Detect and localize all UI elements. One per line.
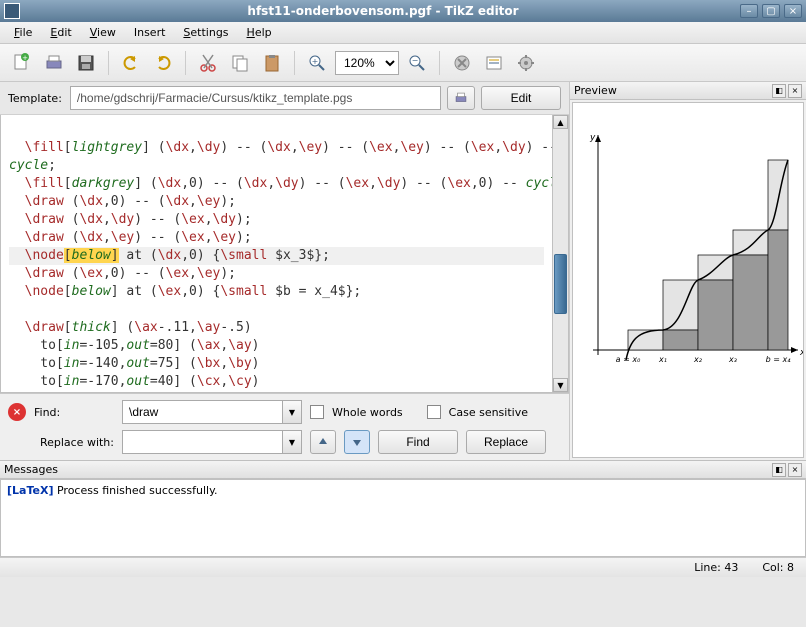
- stop-button[interactable]: [448, 49, 476, 77]
- menu-view[interactable]: View: [82, 24, 124, 41]
- messages-close-button[interactable]: ×: [788, 463, 802, 477]
- menu-file[interactable]: File: [6, 24, 40, 41]
- undo-button[interactable]: [117, 49, 145, 77]
- case-sensitive-label: Case sensitive: [449, 406, 528, 419]
- svg-text:−: −: [412, 56, 419, 65]
- zoom-in-button[interactable]: +: [303, 49, 331, 77]
- svg-text:b = x₄: b = x₄: [766, 355, 792, 364]
- close-button[interactable]: ×: [784, 4, 802, 18]
- redo-button[interactable]: [149, 49, 177, 77]
- settings-button[interactable]: [512, 49, 540, 77]
- code-editor[interactable]: \fill[lightgrey] (\dx,\dy) -- (\dx,\ey) …: [0, 115, 569, 393]
- messages-panel: Messages ◧ × [LaTeX] Process finished su…: [0, 460, 806, 557]
- messages-title: Messages: [4, 463, 770, 476]
- find-bar: × Find: ▼ Whole words Case sensitive Rep…: [0, 393, 569, 460]
- zoom-select[interactable]: 120%: [335, 51, 399, 75]
- editor-scrollbar[interactable]: ▲ ▼: [552, 115, 568, 392]
- menu-insert[interactable]: Insert: [126, 24, 174, 41]
- preview-close-button[interactable]: ×: [788, 84, 802, 98]
- svg-text:+: +: [22, 54, 28, 62]
- find-dropdown[interactable]: ▼: [282, 400, 302, 424]
- whole-words-label: Whole words: [332, 406, 403, 419]
- toolbar: + + 120% −: [0, 44, 806, 82]
- paste-button[interactable]: [258, 49, 286, 77]
- svg-text:x₃: x₃: [728, 355, 737, 364]
- scroll-down-arrow[interactable]: ▼: [553, 378, 568, 392]
- find-input[interactable]: [122, 400, 282, 424]
- whole-words-checkbox[interactable]: [310, 405, 324, 419]
- replace-label: Replace with:: [34, 436, 114, 449]
- template-open-button[interactable]: [447, 86, 475, 110]
- svg-text:+: +: [312, 57, 319, 66]
- copy-button[interactable]: [226, 49, 254, 77]
- menu-help[interactable]: Help: [239, 24, 280, 41]
- status-line: Line: 43: [694, 561, 738, 574]
- find-button[interactable]: Find: [378, 430, 458, 454]
- window-title: hfst11-onderbovensom.pgf - TikZ editor: [26, 4, 740, 18]
- maximize-button[interactable]: ▢: [762, 4, 780, 18]
- template-edit-button[interactable]: Edit: [481, 86, 561, 110]
- find-prev-button[interactable]: [310, 430, 336, 454]
- template-row: Template: Edit: [0, 82, 569, 115]
- preview-header: Preview ◧ ×: [570, 82, 806, 100]
- minimize-button[interactable]: –: [740, 4, 758, 18]
- svg-text:a = x₀: a = x₀: [616, 355, 641, 364]
- menubar: File Edit View Insert Settings Help: [0, 22, 806, 44]
- app-icon: [4, 3, 20, 19]
- message-text: Process finished successfully.: [53, 484, 217, 497]
- save-button[interactable]: [72, 49, 100, 77]
- svg-text:y: y: [589, 133, 596, 143]
- scroll-thumb[interactable]: [554, 254, 567, 314]
- replace-input[interactable]: [122, 430, 282, 454]
- replace-dropdown[interactable]: ▼: [282, 430, 302, 454]
- svg-text:x: x: [799, 348, 803, 358]
- cut-button[interactable]: [194, 49, 222, 77]
- case-sensitive-checkbox[interactable]: [427, 405, 441, 419]
- view-log-button[interactable]: [480, 49, 508, 77]
- find-label: Find:: [34, 406, 74, 419]
- find-next-button[interactable]: [344, 430, 370, 454]
- replace-button[interactable]: Replace: [466, 430, 546, 454]
- template-label: Template:: [8, 92, 64, 105]
- find-close-button[interactable]: ×: [8, 403, 26, 421]
- messages-header: Messages ◧ ×: [0, 461, 806, 479]
- messages-body: [LaTeX] Process finished successfully.: [0, 479, 806, 557]
- new-button[interactable]: +: [8, 49, 36, 77]
- menu-edit[interactable]: Edit: [42, 24, 79, 41]
- preview-detach-button[interactable]: ◧: [772, 84, 786, 98]
- statusbar: Line: 43 Col: 8: [0, 557, 806, 577]
- preview-title: Preview: [574, 84, 770, 97]
- titlebar: hfst11-onderbovensom.pgf - TikZ editor –…: [0, 0, 806, 22]
- zoom-out-button[interactable]: −: [403, 49, 431, 77]
- template-path-input[interactable]: [70, 86, 441, 110]
- status-col: Col: 8: [762, 561, 794, 574]
- message-tag: [LaTeX]: [7, 484, 53, 497]
- scroll-up-arrow[interactable]: ▲: [553, 115, 568, 129]
- messages-detach-button[interactable]: ◧: [772, 463, 786, 477]
- menu-settings[interactable]: Settings: [175, 24, 236, 41]
- svg-text:x₂: x₂: [693, 355, 703, 364]
- preview-area: y x: [572, 102, 804, 458]
- svg-text:x₁: x₁: [658, 355, 667, 364]
- print-button[interactable]: [40, 49, 68, 77]
